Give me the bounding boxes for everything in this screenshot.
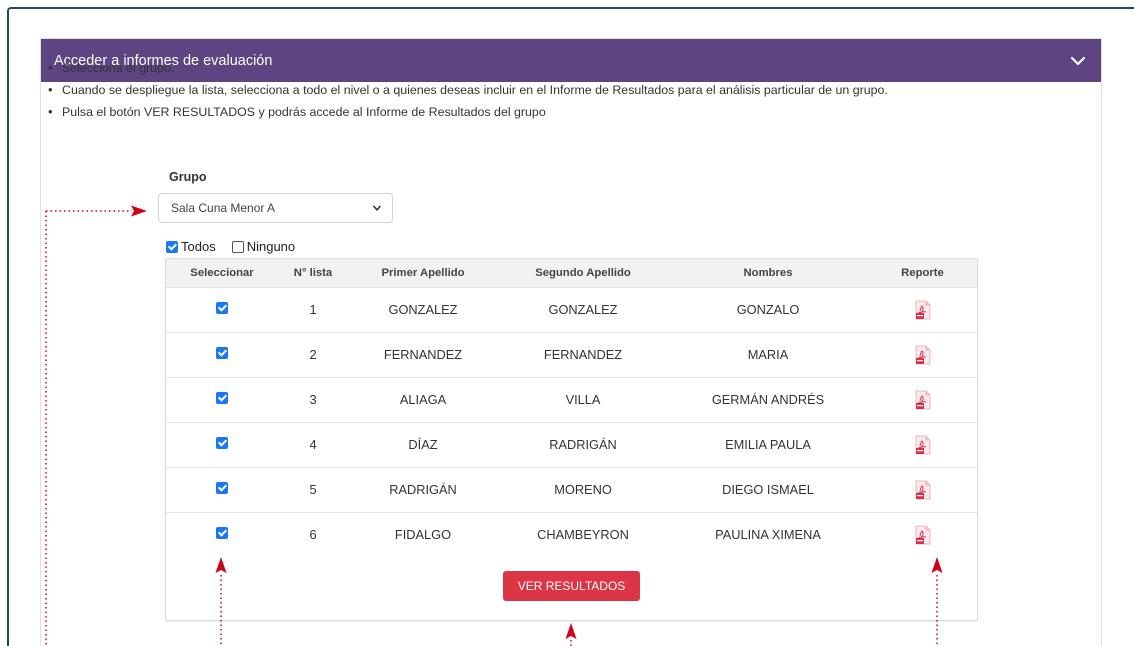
table-row: 5 RADRIGÁN MORENO DIEGO ISMAEL — [166, 467, 977, 513]
list-number-cell: 2 — [278, 332, 348, 378]
first-surname-cell: GONZALEZ — [348, 287, 498, 333]
list-number-cell: 3 — [278, 377, 348, 423]
row-select-checkbox[interactable] — [216, 437, 228, 449]
second-surname-cell: MORENO — [498, 467, 668, 513]
table-row: 3 ALIAGA VILLA GERMÁN ANDRÉS — [166, 377, 977, 423]
select-all-option[interactable]: Todos — [166, 239, 216, 254]
col-header-number: N° lista — [278, 259, 348, 288]
first-surname-cell: RADRIGÁN — [348, 467, 498, 513]
select-all-checkbox[interactable] — [166, 240, 178, 253]
first-surname-cell: FERNANDEZ — [348, 332, 498, 378]
instruction-item: Cuando se despliegue la lista, seleccion… — [48, 79, 888, 101]
report-cell — [868, 287, 977, 333]
pdf-icon[interactable] — [915, 480, 931, 499]
students-table-card: Seleccionar N° lista Primer Apellido Seg… — [165, 258, 978, 621]
table-row: 4 DÍAZ RADRIGÁN EMILIA PAULA — [166, 422, 977, 468]
table-row: 1 GONZALEZ GONZALEZ GONZALO — [166, 287, 977, 333]
view-results-button[interactable]: VER RESULTADOS — [503, 571, 640, 601]
table-row: 2 FERNANDEZ FERNANDEZ MARIA — [166, 332, 977, 378]
row-select-checkbox[interactable] — [216, 392, 228, 404]
first-surname-cell: FIDALGO — [394, 527, 452, 543]
names-cell: EMILIA PAULA — [668, 422, 868, 468]
select-none-label: Ninguno — [246, 239, 296, 254]
select-cell — [166, 467, 278, 513]
report-cell — [868, 377, 977, 423]
pdf-icon[interactable] — [915, 300, 931, 319]
select-cell — [166, 287, 278, 333]
names-cell: DIEGO ISMAEL — [668, 467, 868, 513]
list-number-cell: 6 — [309, 527, 317, 543]
selection-options: Todos Ninguno — [166, 239, 311, 254]
group-select-value: Sala Cuna Menor A — [171, 201, 276, 215]
select-none-checkbox[interactable] — [231, 240, 244, 253]
second-surname-cell: VILLA — [498, 377, 668, 423]
row-select-checkbox[interactable] — [216, 347, 228, 359]
report-cell — [868, 467, 977, 513]
chevron-down-icon — [372, 205, 382, 211]
table-header-row: Seleccionar N° lista Primer Apellido Seg… — [166, 259, 977, 288]
instructions-list: Selecciona el grupo. Cuando se despliegu… — [48, 57, 888, 123]
first-surname-cell: DÍAZ — [348, 422, 498, 468]
names-cell: GONZALO — [668, 287, 868, 333]
list-number-cell: 5 — [278, 467, 348, 513]
instruction-item: Pulsa el botón VER RESULTADOS y podrás a… — [48, 101, 888, 123]
select-all-label: Todos — [181, 239, 216, 254]
col-header-report: Reporte — [868, 259, 977, 288]
report-cell — [868, 332, 977, 378]
pdf-icon[interactable] — [915, 390, 931, 409]
select-cell — [166, 332, 278, 378]
group-label: Grupo — [169, 170, 207, 184]
pdf-icon[interactable] — [915, 345, 931, 364]
names-cell: MARIA — [668, 332, 868, 378]
names-cell: PAULINA XIMENA — [715, 527, 821, 543]
instruction-item: Selecciona el grupo. — [48, 57, 888, 79]
report-cell — [868, 422, 977, 468]
students-table: Seleccionar N° lista Primer Apellido Seg… — [166, 259, 977, 557]
pdf-icon[interactable] — [915, 525, 931, 545]
row-select-checkbox[interactable] — [216, 527, 228, 540]
chevron-down-icon[interactable] — [1069, 52, 1087, 70]
table-body: 1 GONZALEZ GONZALEZ GONZALO 2 FERNANDEZ FERNAN… — [166, 287, 977, 557]
second-surname-cell: FERNANDEZ — [498, 332, 668, 378]
select-cell — [166, 422, 278, 468]
second-surname-cell: RADRIGÁN — [498, 422, 668, 468]
col-header-select: Seleccionar — [166, 259, 278, 288]
select-none-option[interactable]: Ninguno — [231, 239, 296, 254]
col-header-second-surname: Segundo Apellido — [498, 259, 668, 288]
row-select-checkbox[interactable] — [216, 482, 228, 494]
pdf-icon[interactable] — [915, 435, 931, 454]
names-cell: GERMÁN ANDRÉS — [668, 377, 868, 423]
select-cell — [166, 512, 278, 557]
select-cell — [166, 377, 278, 423]
second-surname-cell: CHAMBEYRON — [537, 527, 629, 543]
col-header-first-surname: Primer Apellido — [348, 259, 498, 288]
col-header-names: Nombres — [668, 259, 868, 288]
list-number-cell: 4 — [278, 422, 348, 468]
group-select[interactable]: Sala Cuna Menor A — [158, 193, 393, 223]
row-select-checkbox[interactable] — [216, 302, 228, 314]
report-cell — [868, 512, 977, 557]
table-row: 6 FIDALGO CHAMBEYRON PAULINA XIMENA — [166, 512, 977, 557]
second-surname-cell: GONZALEZ — [498, 287, 668, 333]
first-surname-cell: ALIAGA — [348, 377, 498, 423]
list-number-cell: 1 — [278, 287, 348, 333]
